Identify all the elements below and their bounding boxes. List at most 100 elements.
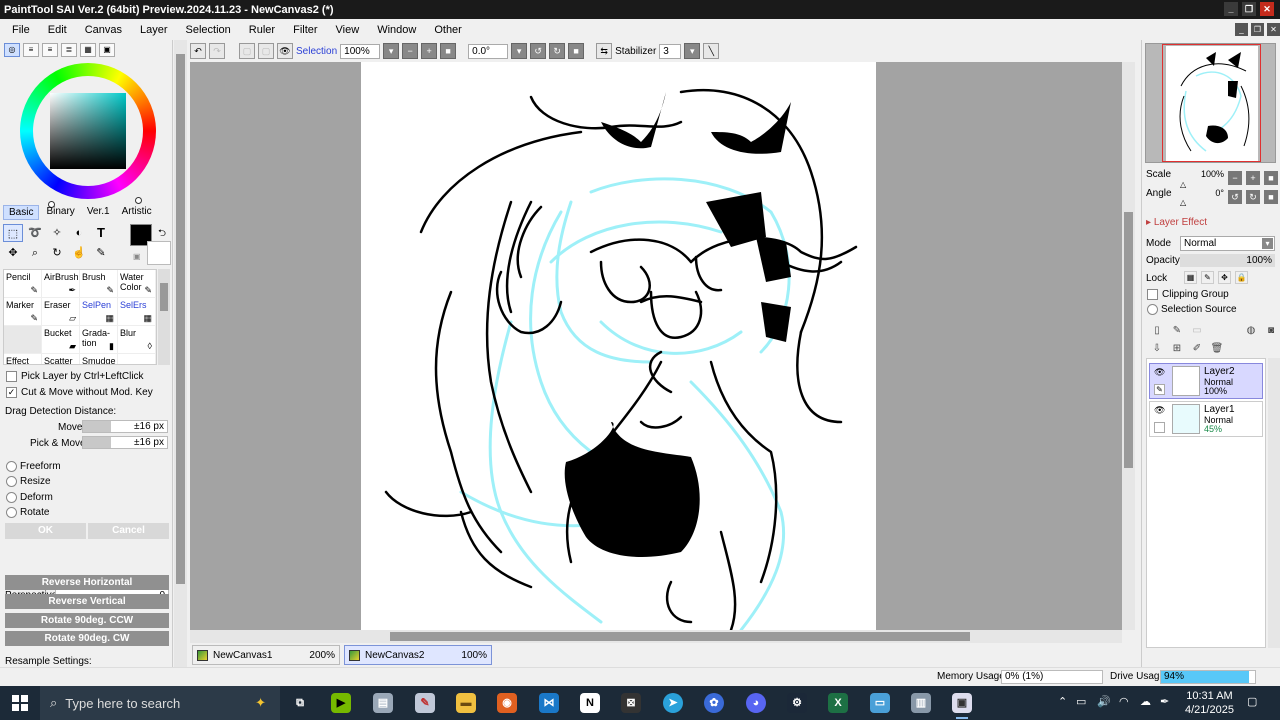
layer-effect-expander[interactable]: ▸ Layer Effect	[1146, 217, 1207, 228]
nvidia-app-icon[interactable]: ▶	[331, 693, 351, 713]
drawing-paper[interactable]	[361, 62, 876, 630]
angle-field[interactable]: 0.0°	[468, 43, 509, 59]
rect-select-icon[interactable]: ⬚	[3, 224, 23, 242]
brush-brush[interactable]: Brush ✎	[80, 270, 118, 298]
menu-window[interactable]: Window	[368, 24, 425, 36]
mdi-minimize-icon[interactable]: _	[1235, 23, 1248, 36]
reverse-horizontal-button[interactable]: Reverse Horizontal	[5, 575, 169, 590]
zoom-field[interactable]: 100%	[340, 43, 381, 59]
minimize-icon[interactable]: _	[1224, 2, 1238, 16]
lock-move-icon[interactable]: ✥	[1218, 271, 1231, 284]
canvas-vertical-scrollbar[interactable]	[1122, 62, 1135, 630]
file-explorer-icon[interactable]: ▬	[456, 693, 476, 713]
vscode-icon[interactable]: ⋈	[539, 693, 559, 713]
lasso-icon[interactable]: ➰	[25, 224, 45, 242]
stabilizer-dropdown-icon[interactable]: ▾	[684, 43, 701, 59]
pick-move-distance-slider[interactable]: ±16 px	[82, 436, 168, 449]
brush-gradation[interactable]: Grada-tion ▮	[80, 326, 118, 354]
delete-layer-icon[interactable]: 🗑	[1210, 342, 1224, 356]
taskbar-search-box[interactable]: ⌕ Type here to search ✦	[40, 686, 280, 720]
transfer-down-icon[interactable]: ⇩	[1150, 342, 1164, 356]
tab-newcanvas2[interactable]: NewCanvas2 100%	[344, 645, 492, 665]
tab-binary[interactable]: Binary	[41, 205, 79, 220]
invert-selection-icon[interactable]: ▢	[258, 43, 274, 59]
rgb-slider-mode-icon[interactable]: ≡	[23, 43, 39, 57]
tab-basic[interactable]: Basic	[3, 205, 40, 220]
brush-eraser[interactable]: Eraser ▱	[42, 298, 80, 326]
undo-icon[interactable]: ↶	[190, 43, 206, 59]
palette-mode-icon[interactable]: ▦	[80, 43, 96, 57]
shape-icon[interactable]: ◐	[69, 224, 89, 242]
move-icon[interactable]: ✥	[3, 244, 23, 262]
volume-icon[interactable]: 🔊	[1097, 695, 1111, 708]
pen-lock-icon[interactable]: ✎	[1154, 384, 1165, 395]
radio-resize[interactable]: Resize	[6, 476, 51, 487]
rotate-ccw-button[interactable]: Rotate 90deg. CCW	[5, 613, 169, 628]
discord-icon[interactable]: ◕	[746, 693, 766, 713]
radio-freeform[interactable]: Freeform	[6, 461, 61, 472]
clear-layer-icon[interactable]: ✐	[1190, 342, 1204, 356]
angle-ccw-icon[interactable]: ↺	[1228, 190, 1242, 204]
brush-empty-slot[interactable]	[4, 326, 42, 354]
layers-scrollbar[interactable]	[1268, 358, 1280, 648]
brush-smudge[interactable]: Smudge	[80, 354, 118, 364]
firefox-icon[interactable]: ◉	[497, 693, 517, 713]
new-folder-icon[interactable]: ▭	[1190, 324, 1204, 338]
brush-selpen[interactable]: SelPen ▦	[80, 298, 118, 326]
restore-icon[interactable]: ❐	[1242, 2, 1256, 16]
menu-edit[interactable]: Edit	[39, 24, 76, 36]
scale-reset-icon[interactable]: ■	[1264, 171, 1278, 185]
angle-dropdown-icon[interactable]: ▾	[511, 43, 528, 59]
menu-view[interactable]: View	[327, 24, 369, 36]
layer-row-layer2[interactable]: 👁 ✎ Layer2 Normal 100%	[1149, 363, 1263, 399]
navigator-preview[interactable]	[1145, 43, 1276, 163]
notification-icon[interactable]: ▢	[1247, 695, 1257, 708]
layer-settings-icon[interactable]: ◙	[1264, 324, 1278, 338]
redo-icon[interactable]: ↷	[209, 43, 225, 59]
canvas-area[interactable]	[190, 62, 1122, 630]
menu-selection[interactable]: Selection	[177, 24, 240, 36]
canvas-horizontal-scrollbar[interactable]	[190, 630, 1122, 643]
blend-mode-select[interactable]: Normal ▾	[1180, 236, 1275, 251]
new-layer-icon[interactable]: ▯	[1150, 324, 1164, 338]
move-distance-slider[interactable]: ±16 px	[82, 420, 168, 433]
paint-app-icon[interactable]: ✎	[415, 693, 435, 713]
rotate-left-icon[interactable]: ↺	[530, 43, 547, 59]
radio-deform[interactable]: Deform	[6, 492, 53, 503]
color-wheel-mode-icon[interactable]: ◎	[4, 43, 20, 57]
angle-reset-icon[interactable]: ■	[568, 43, 585, 59]
brush-empty-slot-2[interactable]	[118, 354, 156, 364]
battery-icon[interactable]: ▭	[1076, 695, 1086, 708]
merge-down-icon[interactable]: ⊞	[1170, 342, 1184, 356]
brush-marker[interactable]: Marker ✎	[4, 298, 42, 326]
brush-effect[interactable]: Effect	[4, 354, 42, 364]
notion-icon[interactable]: N	[580, 693, 600, 713]
transparent-color-icon[interactable]: ▣	[133, 252, 141, 261]
zoom-reset-icon[interactable]: ■	[440, 43, 457, 59]
deselect-icon[interactable]: ▢	[239, 43, 255, 59]
visibility-eye-icon[interactable]: 👁	[1154, 367, 1165, 378]
tab-newcanvas1[interactable]: NewCanvas1 200%	[192, 645, 340, 665]
brush-airbrush[interactable]: AirBrush ✒	[42, 270, 80, 298]
app-icon[interactable]: ✿	[704, 693, 724, 713]
swatches-mode-icon[interactable]: ≣	[61, 43, 77, 57]
brush-bucket[interactable]: Bucket ▰	[42, 326, 80, 354]
saturation-value-square[interactable]	[50, 93, 126, 169]
painttool-sai-taskbar-icon[interactable]: ▣	[952, 693, 972, 719]
angle-reset-icon[interactable]: ■	[1264, 190, 1278, 204]
layer-row-layer1[interactable]: 👁 Layer1 Normal 45%	[1149, 401, 1263, 437]
menu-canvas[interactable]: Canvas	[76, 24, 131, 36]
windows-start-icon[interactable]	[12, 695, 28, 711]
angle-slider-marker-icon[interactable]: △	[1180, 198, 1186, 207]
hand-icon[interactable]: ☝	[69, 244, 89, 262]
rotate-right-icon[interactable]: ↻	[549, 43, 566, 59]
scale-value[interactable]: 100%	[1146, 169, 1224, 180]
telegram-icon[interactable]: ➤	[663, 693, 683, 713]
lock-transparency-icon[interactable]: ▦	[1184, 271, 1197, 284]
close-icon[interactable]: ✕	[1260, 2, 1274, 16]
pen-icon[interactable]: ✒	[1160, 695, 1169, 708]
visibility-eye-icon[interactable]: 👁	[1154, 405, 1165, 416]
excel-icon[interactable]: X	[828, 693, 848, 713]
scale-minus-icon[interactable]: −	[1228, 171, 1242, 185]
reverse-vertical-button[interactable]: Reverse Vertical	[5, 594, 169, 609]
